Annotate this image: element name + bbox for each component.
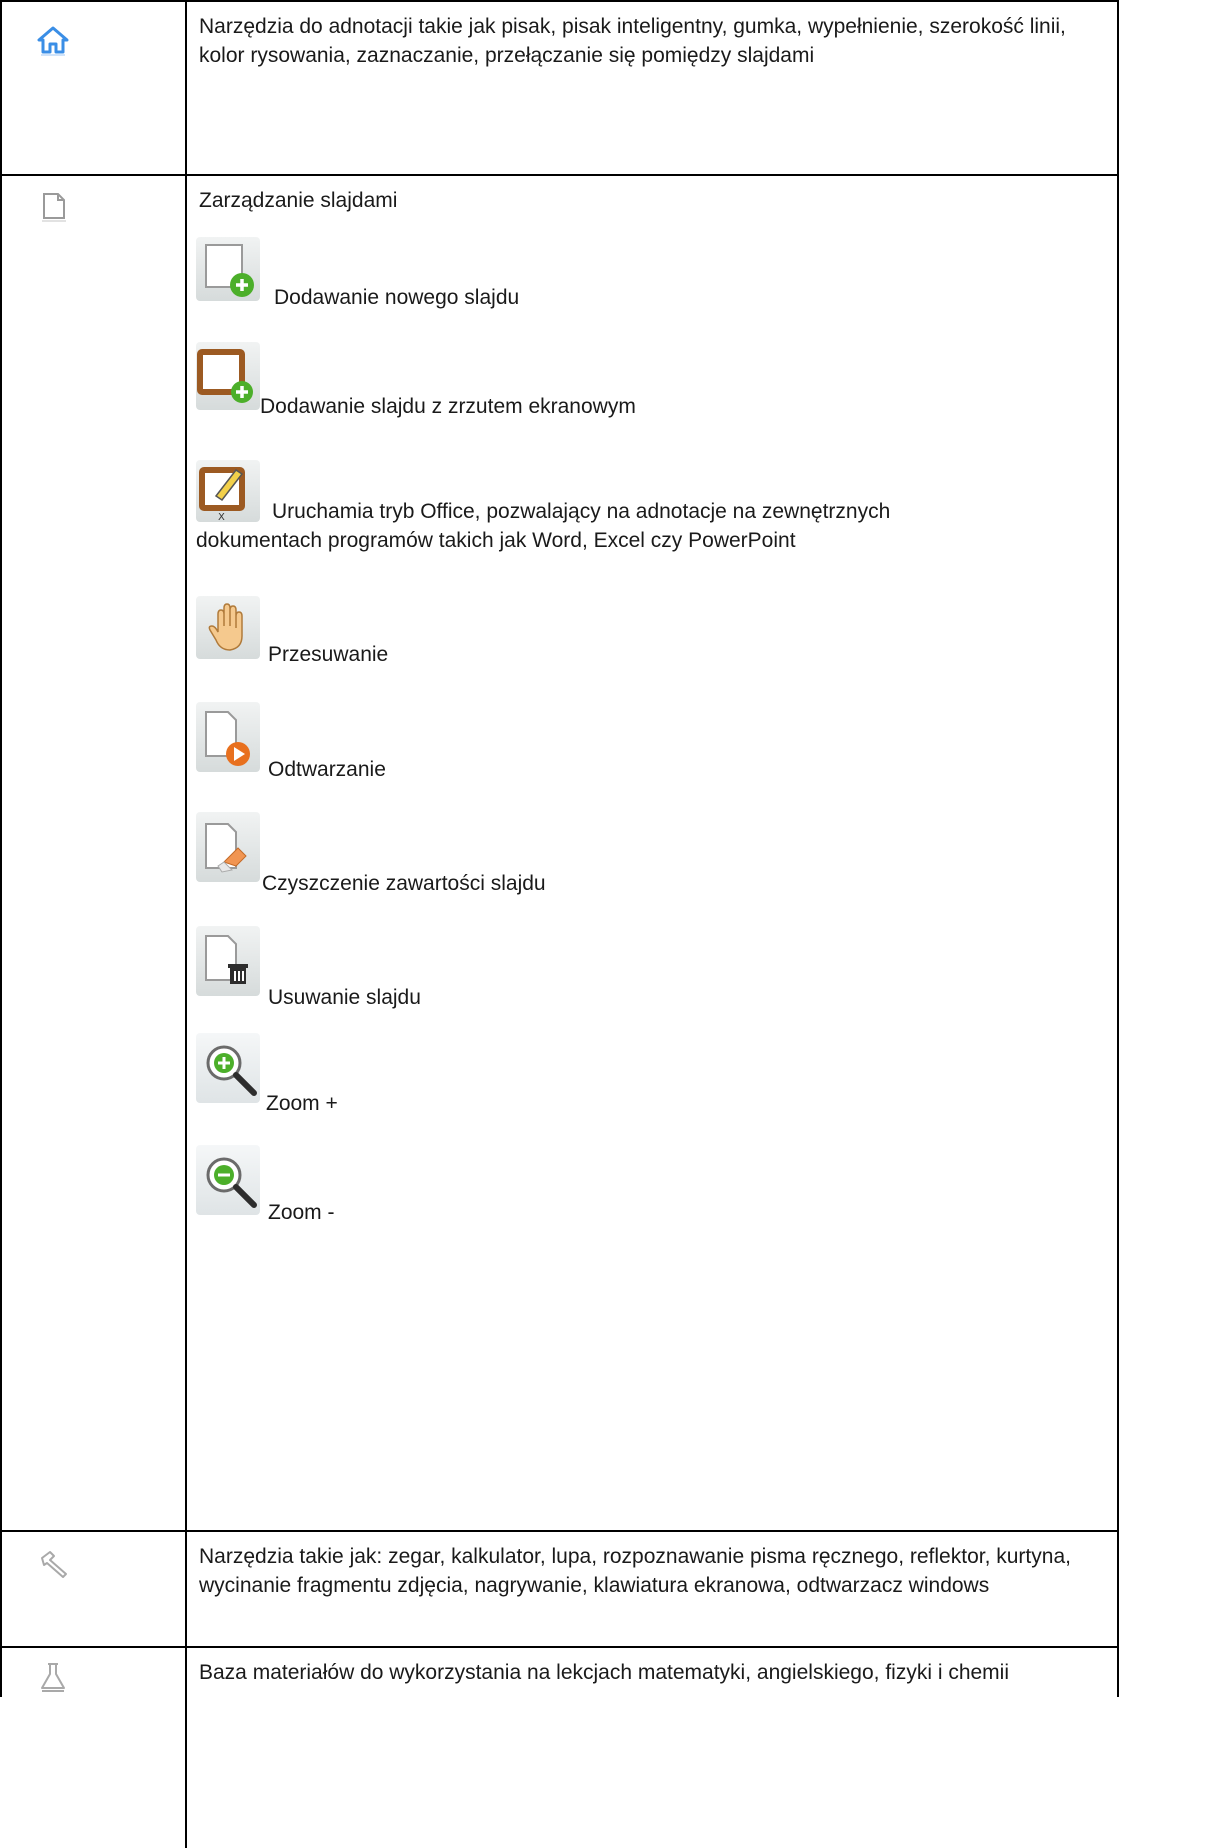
table-row: Narzędzia do adnotacji takie jak pisak, … (2, 2, 1117, 176)
feature-table: Narzędzia do adnotacji takie jak pisak, … (0, 0, 1119, 1848)
sub-item-label: Zoom - (268, 1201, 335, 1224)
icon-cell (2, 2, 185, 174)
clear-slide-icon (196, 812, 260, 882)
delete-slide-icon (196, 926, 260, 996)
svg-text:X: X (218, 512, 225, 522)
description-cell: Narzędzia do adnotacji takie jak pisak, … (187, 2, 1117, 174)
icon-cell (2, 1648, 185, 1848)
sub-item-label: Odtwarzanie (268, 758, 386, 781)
sub-item-label: Czyszczenie zawartości slajdu (262, 872, 546, 895)
icon-cell (2, 1532, 185, 1646)
add-slide-icon (196, 237, 260, 301)
icon-cell (2, 176, 185, 1530)
flask-icon (41, 1663, 65, 1692)
section-heading: Zarządzanie slajdami (199, 189, 398, 212)
sub-item-label: Dodawanie slajdu z zrzutem ekranowym (260, 395, 636, 418)
sub-item-label: Usuwanie slajdu (268, 986, 421, 1009)
page-icon (42, 193, 66, 222)
hammer-icon (41, 1551, 67, 1578)
hand-icon (196, 596, 260, 659)
description-cell: Baza materiałów do wykorzystania na lekc… (187, 1648, 1117, 1848)
sub-item-label: Dodawanie nowego slajdu (274, 286, 520, 309)
zoom-in-icon (196, 1033, 260, 1103)
sub-item-label: Uruchamia tryb Office, pozwalający na ad… (272, 500, 891, 523)
home-icon (37, 26, 69, 56)
office-mode-icon: X (196, 460, 260, 522)
table-row: Narzędzia takie jak: zegar, kalkulator, … (2, 1532, 1117, 1648)
table-row: Baza materiałów do wykorzystania na lekc… (2, 1648, 1117, 1848)
zoom-out-icon (196, 1145, 260, 1215)
description-cell: Zarządzanie slajdami (187, 176, 1117, 1530)
play-icon (196, 702, 260, 772)
sub-item-label-continued: dokumentach programów takich jak Word, E… (196, 529, 796, 552)
description-cell: Narzędzia takie jak: zegar, kalkulator, … (187, 1532, 1117, 1646)
add-screenshot-slide-icon (196, 342, 260, 410)
table-row: Zarządzanie slajdami (2, 176, 1117, 1532)
row-description: Baza materiałów do wykorzystania na lekc… (199, 1661, 1009, 1684)
row-description: Narzędzia do adnotacji takie jak pisak, … (199, 15, 1066, 67)
sub-item-label: Przesuwanie (268, 643, 389, 666)
sub-item-label: Zoom + (266, 1092, 338, 1115)
row-description: Narzędzia takie jak: zegar, kalkulator, … (199, 1545, 1071, 1597)
